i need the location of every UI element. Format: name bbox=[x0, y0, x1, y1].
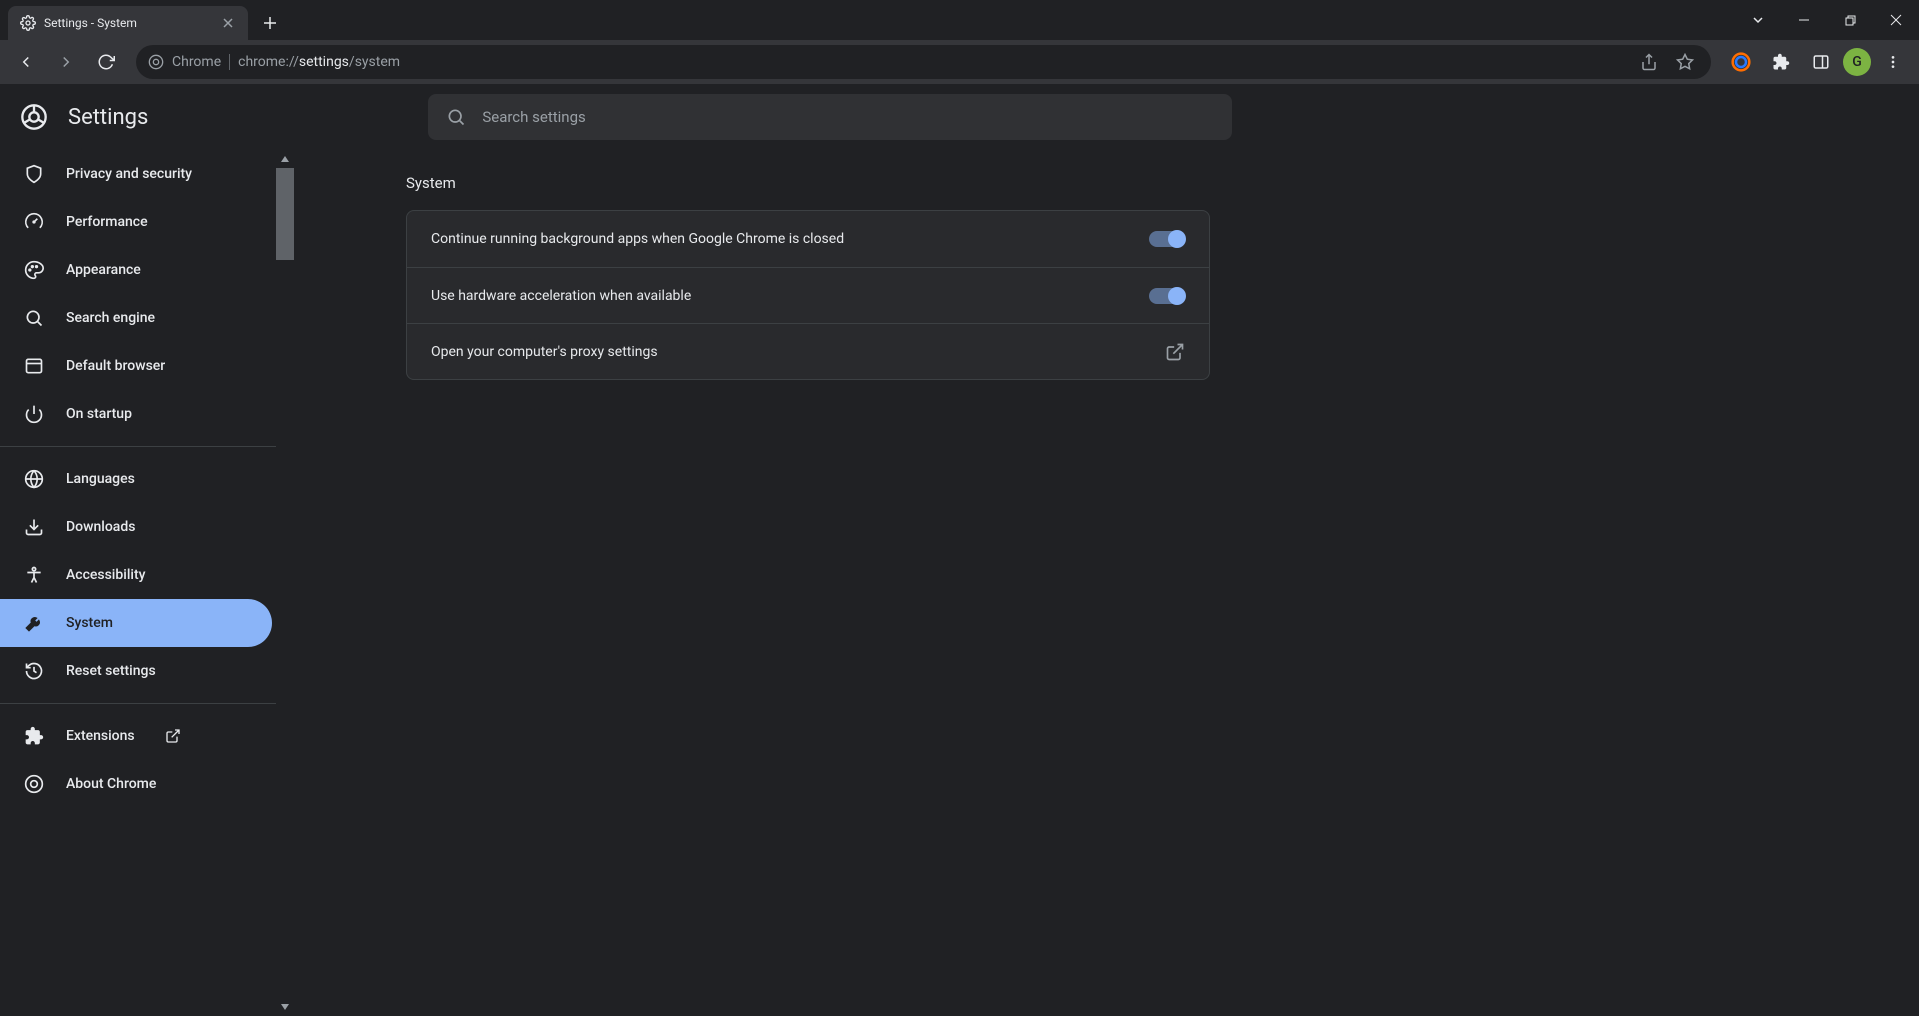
setting-row-proxy-link[interactable]: Open your computer's proxy settings bbox=[407, 323, 1209, 379]
setting-row-hardware-accel: Use hardware acceleration when available bbox=[407, 267, 1209, 323]
sidebar-item-downloads[interactable]: Downloads bbox=[0, 503, 272, 551]
sidebar-container: Privacy and security Performance Appeara… bbox=[0, 150, 294, 1016]
settings-header: Settings bbox=[0, 84, 1919, 150]
page-title: Settings bbox=[68, 105, 148, 130]
browser-toolbar: Chrome chrome://settings/system G bbox=[0, 40, 1919, 84]
search-icon bbox=[24, 308, 44, 328]
vertical-divider bbox=[229, 54, 230, 70]
setting-label: Continue running background apps when Go… bbox=[431, 231, 844, 247]
sidebar-divider bbox=[0, 446, 276, 447]
main-content: System Continue running background apps … bbox=[294, 150, 1919, 1016]
power-icon bbox=[24, 404, 44, 424]
sidebar-item-label: About Chrome bbox=[66, 776, 156, 792]
sidebar-item-performance[interactable]: Performance bbox=[0, 198, 272, 246]
sidebar-divider bbox=[0, 703, 276, 704]
scroll-thumb[interactable] bbox=[276, 168, 294, 260]
palette-icon bbox=[24, 260, 44, 280]
sidebar-item-label: Accessibility bbox=[66, 567, 145, 583]
sidebar-item-label: Languages bbox=[66, 471, 135, 487]
window-controls bbox=[1735, 0, 1919, 40]
scroll-down-icon[interactable] bbox=[276, 998, 294, 1016]
sidebar-item-system[interactable]: System bbox=[0, 599, 272, 647]
sidebar-item-label: Search engine bbox=[66, 310, 155, 326]
titlebar: Settings - System bbox=[0, 0, 1919, 40]
side-panel-button[interactable] bbox=[1807, 48, 1835, 76]
external-link-icon bbox=[1165, 342, 1185, 362]
extension-color-icon[interactable] bbox=[1727, 48, 1755, 76]
forward-button[interactable] bbox=[48, 44, 84, 80]
browser-icon bbox=[24, 356, 44, 376]
extensions-button[interactable] bbox=[1767, 48, 1795, 76]
sidebar-item-about[interactable]: About Chrome bbox=[0, 760, 272, 808]
setting-row-background-apps: Continue running background apps when Go… bbox=[407, 211, 1209, 267]
tab-title: Settings - System bbox=[44, 16, 212, 30]
sidebar-item-label: On startup bbox=[66, 406, 132, 422]
speed-icon bbox=[24, 212, 44, 232]
sidebar-item-on-startup[interactable]: On startup bbox=[0, 390, 272, 438]
address-bar[interactable]: Chrome chrome://settings/system bbox=[136, 45, 1711, 79]
section-title: System bbox=[406, 174, 1919, 192]
sidebar-item-default-browser[interactable]: Default browser bbox=[0, 342, 272, 390]
settings-sidebar: Privacy and security Performance Appeara… bbox=[0, 150, 276, 1016]
share-icon[interactable] bbox=[1635, 48, 1663, 76]
chrome-icon bbox=[148, 54, 164, 70]
shield-icon bbox=[24, 164, 44, 184]
setting-label: Use hardware acceleration when available bbox=[431, 288, 691, 304]
search-icon bbox=[446, 107, 466, 127]
puzzle-icon bbox=[24, 726, 44, 746]
chrome-logo-icon bbox=[20, 103, 48, 131]
sidebar-item-appearance[interactable]: Appearance bbox=[0, 246, 272, 294]
toggle-background-apps[interactable] bbox=[1149, 231, 1185, 247]
menu-button[interactable] bbox=[1879, 48, 1907, 76]
settings-card: Continue running background apps when Go… bbox=[406, 210, 1210, 380]
sidebar-item-label: Reset settings bbox=[66, 663, 156, 679]
scroll-up-icon[interactable] bbox=[276, 150, 294, 168]
maximize-button[interactable] bbox=[1827, 0, 1873, 40]
sidebar-item-reset[interactable]: Reset settings bbox=[0, 647, 272, 695]
sidebar-item-privacy[interactable]: Privacy and security bbox=[0, 150, 272, 198]
history-icon bbox=[24, 661, 44, 681]
globe-icon bbox=[24, 469, 44, 489]
search-input[interactable] bbox=[482, 108, 1214, 126]
search-settings-box[interactable] bbox=[428, 94, 1232, 140]
sidebar-scrollbar[interactable] bbox=[276, 150, 294, 1016]
reload-button[interactable] bbox=[88, 44, 124, 80]
sidebar-item-label: Downloads bbox=[66, 519, 135, 535]
sidebar-item-label: Appearance bbox=[66, 262, 141, 278]
sidebar-item-label: System bbox=[66, 615, 113, 631]
settings-body: Privacy and security Performance Appeara… bbox=[0, 150, 1919, 1016]
page-content: Settings Privacy and security Performanc… bbox=[0, 84, 1919, 1016]
toggle-knob bbox=[1168, 230, 1186, 248]
url-scheme-label: Chrome bbox=[172, 54, 221, 70]
new-tab-button[interactable] bbox=[256, 9, 284, 37]
close-tab-icon[interactable] bbox=[220, 15, 236, 31]
sidebar-item-languages[interactable]: Languages bbox=[0, 455, 272, 503]
setting-label: Open your computer's proxy settings bbox=[431, 344, 658, 360]
sidebar-item-search-engine[interactable]: Search engine bbox=[0, 294, 272, 342]
chrome-icon bbox=[24, 774, 44, 794]
toggle-hardware-accel[interactable] bbox=[1149, 288, 1185, 304]
minimize-button[interactable] bbox=[1781, 0, 1827, 40]
avatar-letter: G bbox=[1852, 54, 1862, 70]
download-icon bbox=[24, 517, 44, 537]
sidebar-item-label: Default browser bbox=[66, 358, 165, 374]
wrench-icon bbox=[24, 613, 44, 633]
sidebar-item-label: Performance bbox=[66, 214, 148, 230]
gear-icon bbox=[20, 15, 36, 31]
sidebar-item-label: Privacy and security bbox=[66, 166, 192, 182]
profile-avatar[interactable]: G bbox=[1843, 48, 1871, 76]
sidebar-item-accessibility[interactable]: Accessibility bbox=[0, 551, 272, 599]
bookmark-icon[interactable] bbox=[1671, 48, 1699, 76]
browser-tab[interactable]: Settings - System bbox=[8, 6, 248, 40]
toggle-knob bbox=[1168, 287, 1186, 305]
sidebar-item-extensions[interactable]: Extensions bbox=[0, 712, 272, 760]
url-text: chrome://settings/system bbox=[238, 54, 1627, 70]
accessibility-icon bbox=[24, 565, 44, 585]
back-button[interactable] bbox=[8, 44, 44, 80]
search-tabs-button[interactable] bbox=[1735, 0, 1781, 40]
sidebar-item-label: Extensions bbox=[66, 728, 135, 744]
close-window-button[interactable] bbox=[1873, 0, 1919, 40]
external-link-icon bbox=[165, 728, 181, 744]
